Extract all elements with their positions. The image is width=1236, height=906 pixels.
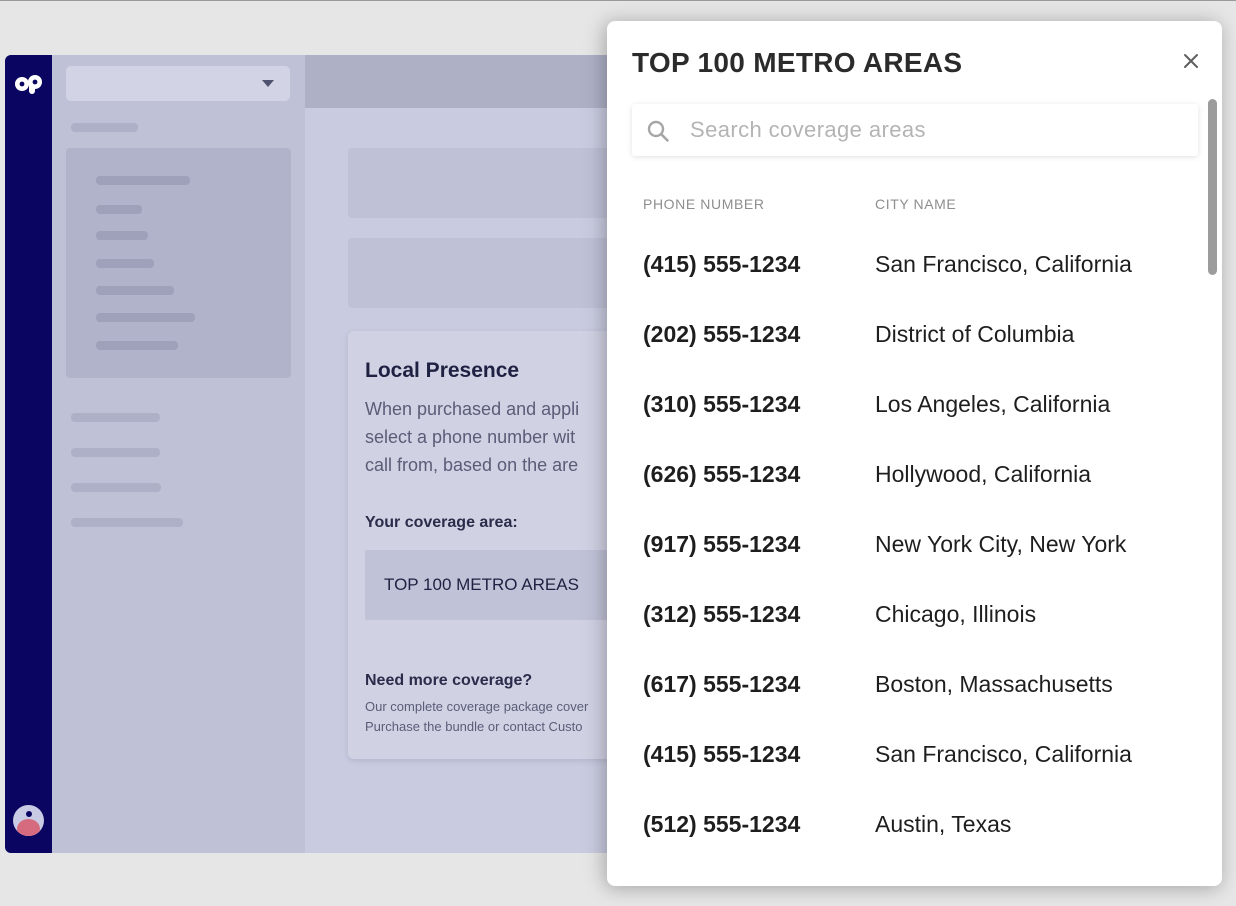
city-name: Hollywood, California [875,461,1092,487]
table-row[interactable]: (415) 555-1234 San Francisco, California [607,229,1207,299]
table-row[interactable]: (312) 555-1234 Chicago, Illinois [607,579,1207,649]
user-avatar[interactable] [13,805,44,836]
phone-number: (617) 555-1234 [643,671,801,697]
column-header-phone: PHONE NUMBER [643,196,765,212]
phone-number: (512) 555-1234 [643,811,801,837]
main-area: Local Presence When purchased and appli … [305,55,645,853]
avatar-head [26,811,32,817]
app-rail [5,55,52,853]
window-top-border [0,0,1236,1]
placeholder-card [348,238,645,308]
nav-item-placeholder [96,176,190,185]
nav-item-placeholder [96,313,195,322]
chevron-down-icon [262,80,274,87]
main-topbar [305,55,645,108]
workspace-dropdown[interactable] [66,66,290,101]
column-header-city: CITY NAME [875,196,957,212]
nav-placeholder [71,518,183,527]
phone-number: (310) 555-1234 [643,391,801,417]
app-logo-icon [15,75,42,94]
city-name: New York City, New York [875,531,1127,557]
phone-number: (626) 555-1234 [643,461,801,487]
table-row[interactable]: (310) 555-1234 Los Angeles, California [607,369,1207,439]
card-title: Local Presence [365,359,520,382]
phone-number: (312) 555-1234 [643,601,801,627]
card-description: When purchased and appli select a phone … [365,399,580,475]
search-icon [647,120,669,142]
nav-item-placeholder [96,286,174,295]
city-name: San Francisco, California [875,741,1132,767]
table-row[interactable]: (415) 555-1234 San Francisco, California [607,719,1207,789]
nav-placeholder [71,123,138,132]
scrollbar-thumb[interactable] [1208,99,1217,275]
city-name: District of Columbia [875,321,1075,347]
avatar-body [17,819,40,836]
search-box [632,104,1198,156]
table-row[interactable]: (617) 555-1234 Boston, Massachusetts [607,649,1207,719]
table-row[interactable]: (626) 555-1234 Hollywood, California [607,439,1207,509]
coverage-areas-modal: TOP 100 METRO AREAS PHONE NUMBER CITY NA… [607,21,1222,886]
nav-placeholder [71,483,161,492]
coverage-label: Your coverage area: [365,514,518,531]
phone-number: (202) 555-1234 [643,321,801,347]
table-row[interactable]: (202) 555-1234 District of Columbia [607,299,1207,369]
nav-item-placeholder [96,205,142,214]
nav-item-placeholder [96,259,154,268]
phone-number: (917) 555-1234 [643,531,801,557]
phone-number: (415) 555-1234 [643,251,801,277]
nav-item-placeholder [96,341,178,350]
close-icon[interactable] [1179,49,1203,73]
city-name: San Francisco, California [875,251,1132,277]
coverage-value: TOP 100 METRO AREAS [384,575,579,594]
phone-number: (415) 555-1234 [643,741,801,767]
nav-panel [52,55,305,853]
nav-placeholder [71,448,160,457]
more-coverage-text: Our complete coverage package cover Purc… [365,699,589,734]
modal-title: TOP 100 METRO AREAS [632,47,963,78]
background-app: Local Presence When purchased and appli … [5,55,645,853]
placeholder-card [348,148,645,218]
nav-group [66,148,291,378]
local-presence-card: Local Presence When purchased and appli … [348,331,645,759]
table-row[interactable]: (917) 555-1234 New York City, New York [607,509,1207,579]
coverage-area-box[interactable]: TOP 100 METRO AREAS [365,550,645,620]
nav-item-placeholder [96,231,148,240]
search-input[interactable] [690,114,1180,146]
more-coverage-title: Need more coverage? [365,672,533,689]
city-name: Austin, Texas [875,811,1012,837]
city-name: Chicago, Illinois [875,601,1037,627]
table-row[interactable]: (512) 555-1234 Austin, Texas [607,789,1207,859]
city-name: Los Angeles, California [875,391,1111,417]
city-name: Boston, Massachusetts [875,671,1113,697]
nav-placeholder [71,413,160,422]
